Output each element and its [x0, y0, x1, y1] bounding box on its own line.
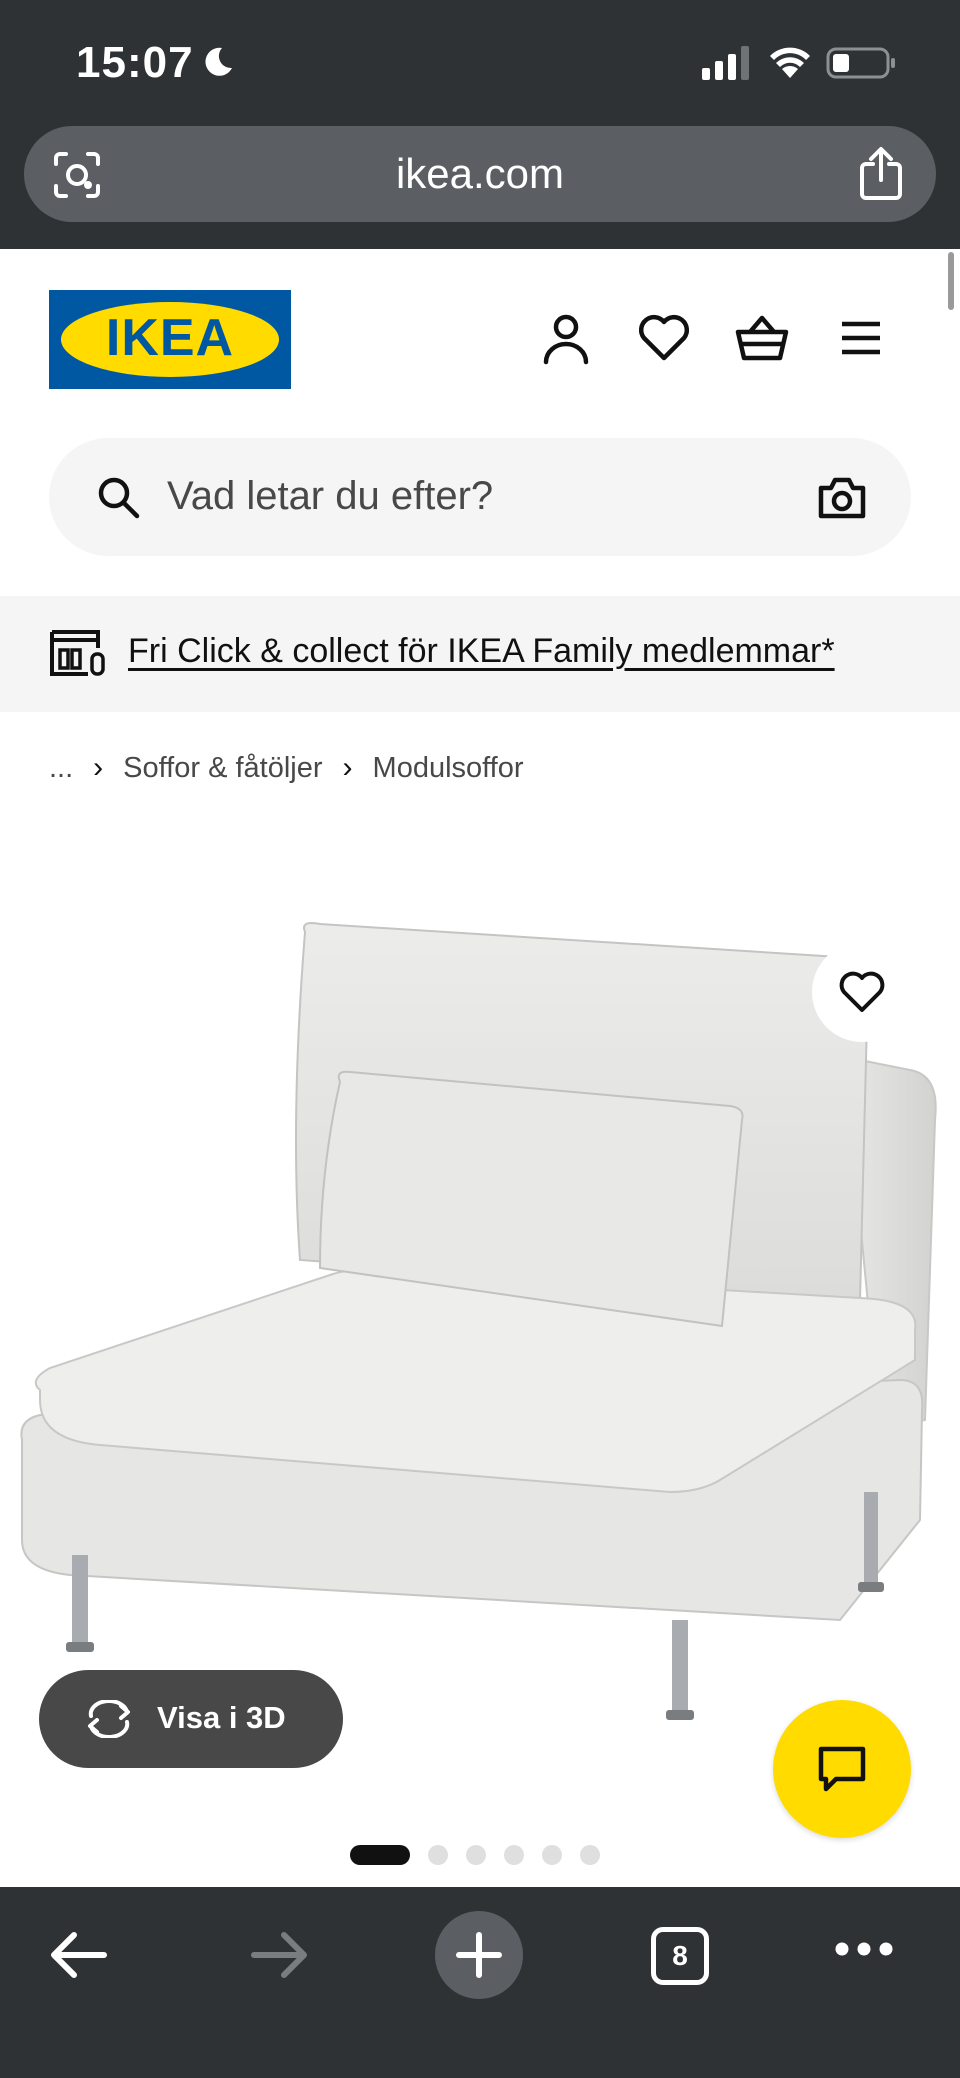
wifi-icon	[770, 47, 810, 78]
carousel-dot[interactable]	[542, 1845, 562, 1865]
add-to-favorites-button[interactable]	[812, 942, 912, 1042]
share-icon[interactable]	[856, 146, 906, 202]
signal-icon	[702, 46, 749, 80]
forward-icon[interactable]	[248, 1927, 310, 1983]
carousel-dot[interactable]	[504, 1845, 524, 1865]
favorites-icon[interactable]	[636, 310, 692, 366]
rotate-3d-icon	[88, 1700, 130, 1738]
scroll-indicator[interactable]	[948, 252, 954, 310]
browser-top-chrome: 15:07 ikea.com	[0, 0, 960, 249]
store-icon	[50, 630, 105, 676]
promo-banner[interactable]: Fri Click & collect för IKEA Family medl…	[0, 596, 960, 712]
chevron-right-icon: ›	[342, 751, 353, 784]
address-bar[interactable]: ikea.com	[24, 126, 936, 222]
new-tab-button[interactable]	[435, 1911, 523, 1999]
view-in-3d-button[interactable]: Visa i 3D	[39, 1670, 343, 1768]
account-icon[interactable]	[538, 310, 594, 366]
cart-icon[interactable]	[734, 310, 790, 366]
carousel-indicators	[350, 1843, 600, 1867]
search-placeholder: Vad letar du efter?	[167, 474, 494, 518]
carousel-dot[interactable]	[350, 1845, 410, 1865]
heart-icon	[839, 971, 885, 1012]
breadcrumb: ... › Soffor & fåtöljer › Modulsoffor	[49, 748, 524, 788]
plus-icon	[456, 1932, 502, 1978]
breadcrumb-sofas[interactable]: Soffor & fåtöljer	[123, 752, 322, 785]
battery-icon	[826, 47, 895, 79]
promo-link[interactable]: Fri Click & collect för IKEA Family medl…	[128, 632, 835, 671]
back-icon[interactable]	[48, 1927, 110, 1983]
more-icon[interactable]	[834, 1941, 894, 1957]
search-icon	[98, 477, 140, 519]
ikea-logo[interactable]: IKEA	[49, 290, 291, 389]
breadcrumb-modular-sofas[interactable]: Modulsoffor	[373, 752, 524, 785]
chat-button[interactable]	[773, 1700, 911, 1838]
carousel-dot[interactable]	[580, 1845, 600, 1865]
url-text[interactable]: ikea.com	[24, 150, 936, 198]
product-image-carousel[interactable]: Visa i 3D	[0, 820, 960, 1838]
chevron-right-icon: ›	[93, 751, 104, 784]
carousel-dot[interactable]	[428, 1845, 448, 1865]
breadcrumb-ellipsis[interactable]: ...	[49, 752, 73, 785]
browser-toolbar: 8	[0, 1887, 960, 2078]
search-input[interactable]: Vad letar du efter?	[49, 438, 911, 556]
logo-text: IKEA	[105, 309, 235, 367]
menu-icon[interactable]	[832, 310, 888, 366]
moon-icon	[205, 47, 232, 76]
tabs-button[interactable]: 8	[651, 1927, 709, 1985]
status-time: 15:07	[76, 38, 194, 87]
camera-search-icon[interactable]	[817, 474, 867, 520]
view-in-3d-label: Visa i 3D	[157, 1700, 286, 1735]
carousel-dot[interactable]	[466, 1845, 486, 1865]
chat-icon	[818, 1746, 866, 1792]
